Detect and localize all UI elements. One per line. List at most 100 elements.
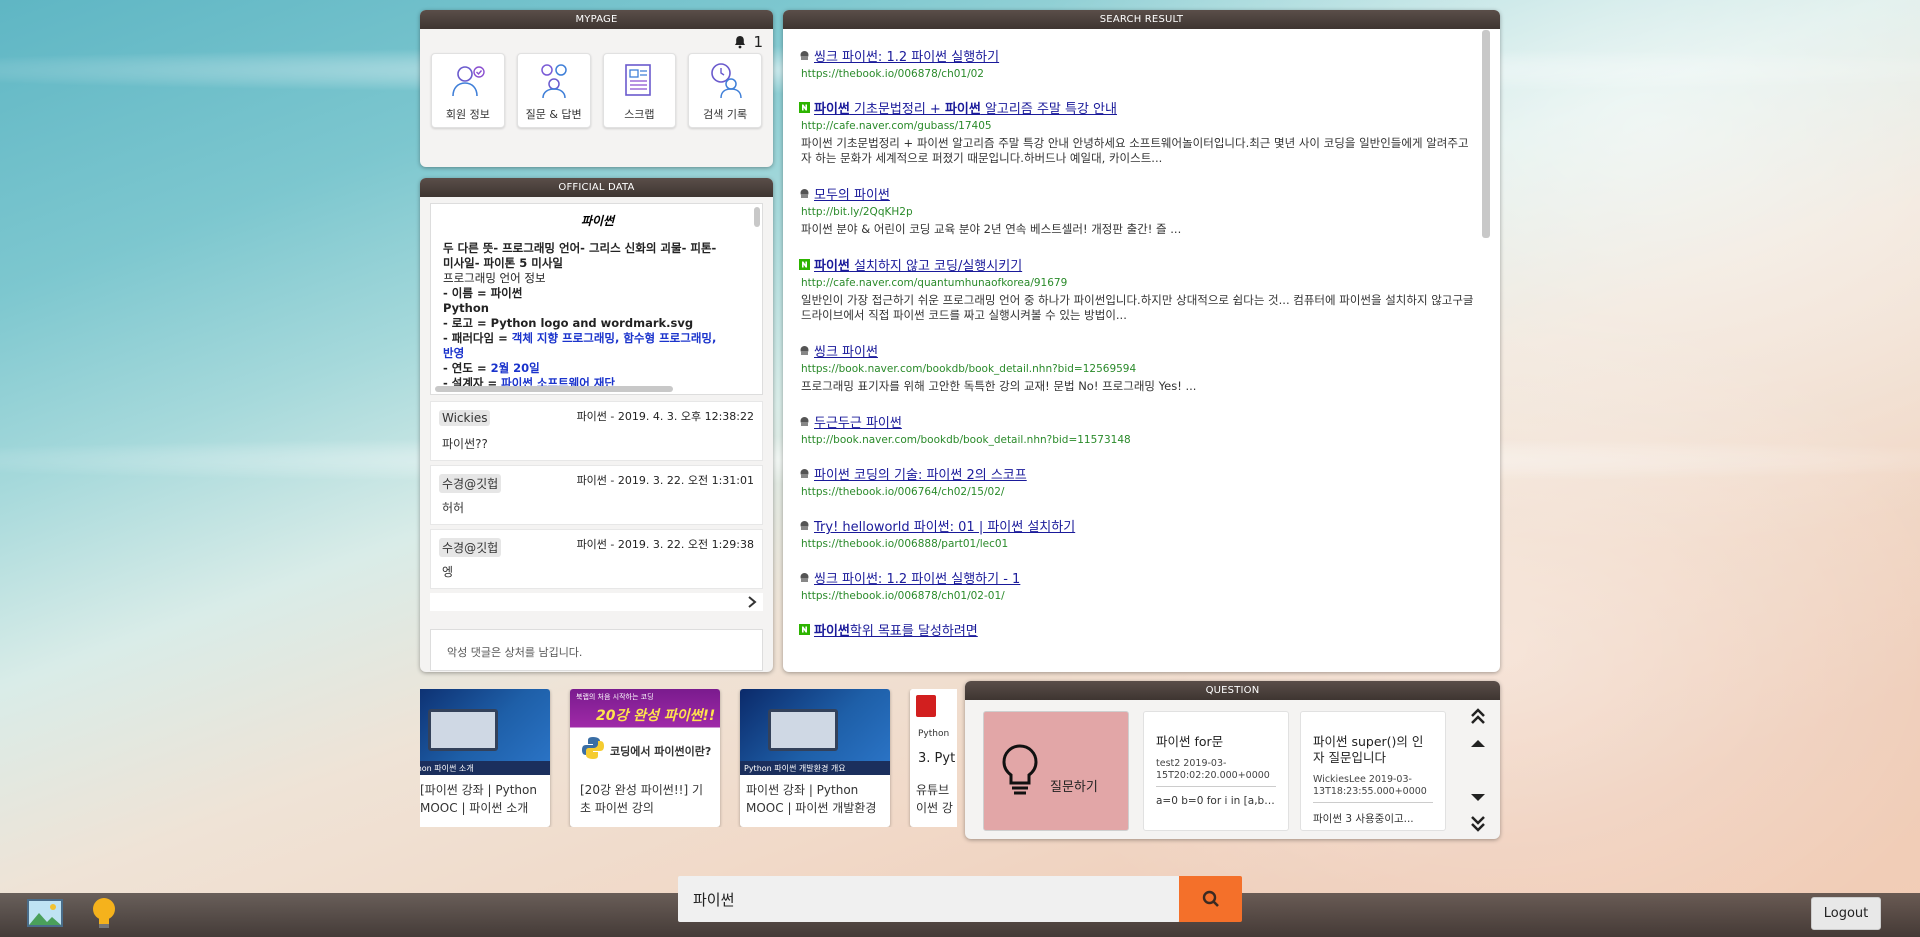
member-info-label: 회원 정보 [445, 108, 490, 121]
result-title-text[interactable]: 씽크 파이썬: 1.2 파이썬 실행하기 [814, 46, 999, 65]
result-title[interactable]: 파이썬학위 목표를 달성하려면 [799, 620, 1476, 639]
search-result-panel: SEARCH RESULT 씽크 파이썬: 1.2 파이썬 실행하기 https… [783, 10, 1500, 672]
video-thumbnail: Python 파이썬 소개 [420, 689, 550, 775]
video-card[interactable]: Python 파이썬 개발환경 개요 파이썬 강좌 | Python MOOC … [740, 689, 890, 827]
question-body: 파이썬 3 사용중이고... [1313, 813, 1414, 825]
thumbnail-top-text: 북랩의 처음 시작하는 코딩 [576, 693, 654, 701]
result-title[interactable]: 씽크 파이썬 [799, 341, 1476, 360]
scrap-button[interactable]: 스크랩 [602, 53, 677, 128]
question-panel: QUESTION 질문하기 파이썬 for문 test2 2019-03-15T… [965, 681, 1500, 839]
wiki-summary[interactable]: 파이썬 두 다른 뜻- 프로그래밍 언어- 그리스 신화의 괴물- 피톤- 미사… [430, 203, 763, 395]
question-card[interactable]: 파이썬 for문 test2 2019-03-15T20:02:20.000+0… [1143, 711, 1289, 831]
video-thumbnail: Python 3. Pyt [910, 689, 957, 775]
result-title-keyword: 파이썬 [814, 624, 850, 639]
result-title-text[interactable]: 씽크 파이썬: 1.2 파이썬 실행하기 - 1 [814, 568, 1020, 587]
result-url: https://thebook.io/006764/ch02/15/02/ [801, 486, 1005, 498]
result-url: http://cafe.naver.com/gubass/17405 [801, 120, 992, 132]
question-body: a=0 b=0 for i in [a,b]:... [1156, 795, 1276, 807]
result-url: https://thebook.io/006878/ch01/02-01/ [801, 590, 1005, 602]
notification-bell-icon[interactable] [733, 35, 747, 49]
comment-author: Wickies [439, 410, 491, 426]
thumbnail-sub-text: 3. Pyt [918, 751, 956, 766]
video-card[interactable]: Python 3. Pyt 유튜브 이썬 강 [910, 689, 957, 827]
logout-button[interactable]: Logout [1811, 897, 1881, 930]
scrap-label: 스크랩 [624, 108, 655, 121]
video-title: [파이썬 강좌 | Python MOOC | 파이썬 소개 [420, 783, 537, 815]
result-title[interactable]: 두근두근 파이썬 [799, 412, 1476, 431]
ask-question-button[interactable]: 질문하기 [983, 711, 1129, 831]
result-title[interactable]: 파이썬 설치하지 않고 코딩/실행시키기 [799, 255, 1476, 274]
wiki-link[interactable]: 2월 20일 [491, 361, 540, 375]
wiki-title: 파이썬 [580, 214, 615, 228]
result-title[interactable]: 파이썬 코딩의 기술: 파이썬 2의 스코프 [799, 464, 1476, 483]
scroll-top-icon[interactable] [1470, 707, 1486, 725]
search-input[interactable] [678, 876, 1178, 922]
result-title-keyword: 파이썬 [814, 259, 850, 274]
result-title[interactable]: 씽크 파이썬: 1.2 파이썬 실행하기 - 1 [799, 568, 1476, 587]
wiki-line: 두 다른 뜻- 프로그래밍 언어- 그리스 신화의 괴물- 피톤- [443, 241, 717, 255]
result-title[interactable]: 씽크 파이썬: 1.2 파이썬 실행하기 [799, 46, 1476, 65]
question-meta: WickiesLee 2019-03-13T18:23:55.000+0000 [1313, 774, 1433, 803]
book-source-icon [800, 51, 809, 60]
wiki-link[interactable]: 객체 지향 프로그래밍, 함수형 프로그래밍, [512, 331, 717, 345]
wiki-horizontal-scrollbar[interactable] [435, 386, 673, 392]
comment-item: 수경@깃헙 파이썬 - 2019. 3. 22. 오전 1:29:38 엥 [430, 529, 763, 589]
member-info-button[interactable]: 회원 정보 [431, 53, 505, 128]
search-history-button[interactable]: 검색 기록 [688, 53, 762, 128]
thumbnail-caption: Python [918, 729, 950, 739]
comment-text: 허허 [442, 501, 465, 515]
result-title-keyword: 파이썬 [814, 102, 850, 117]
question-card[interactable]: 파이썬 super()의 인자 질문입니다 WickiesLee 2019-03… [1300, 711, 1446, 831]
result-title-text[interactable]: 씽크 파이썬 [814, 341, 878, 360]
wiki-vertical-scrollbar[interactable] [754, 207, 760, 227]
naver-icon [799, 102, 810, 113]
video-card[interactable]: 북랩의 처음 시작하는 코딩 20강 완성 파이썬!! 코딩에서 파이썬이란? … [570, 689, 720, 827]
notification-count: 1 [753, 33, 763, 51]
result-title-text[interactable]: 파이썬 코딩의 기술: 파이썬 2의 스코프 [814, 464, 1027, 483]
scroll-up-icon[interactable] [1470, 738, 1486, 748]
qna-button[interactable]: 질문 & 답변 [516, 53, 591, 128]
thumbnail-big-text: 20강 완성 파이썬!! [596, 708, 716, 724]
python-logo-icon [582, 737, 604, 759]
result-title[interactable]: Try! helloworld 파이썬: 01 | 파이썬 설치하기 [799, 516, 1476, 535]
thumbnail-caption: Python 파이썬 개발환경 개요 [740, 761, 890, 775]
search-history-icon [711, 63, 742, 99]
result-title[interactable]: 파이썬 기초문법정리 + 파이썬 알고리즘 주말 특강 안내 [799, 98, 1476, 117]
comment-author: 수경@깃헙 [439, 474, 502, 493]
result-title[interactable]: 모두의 파이썬 [799, 184, 1476, 203]
result-url: http://cafe.naver.com/quantumhunaofkorea… [801, 277, 1068, 289]
search-result-item: 씽크 파이썬 https://book.naver.com/bookdb/boo… [799, 341, 1476, 394]
wiki-link[interactable]: 반영 [443, 346, 752, 361]
result-title-text[interactable]: 두근두근 파이썬 [814, 412, 902, 431]
search-results-scrollbar[interactable] [1482, 30, 1490, 238]
mypage-header: MYPAGE [420, 10, 773, 29]
result-description: 파이썬 기초문법정리 + 파이썬 알고리즘 주말 특강 안내 안녕하세요 소프트… [801, 136, 1469, 165]
search-result-item: 두근두근 파이썬 http://book.naver.com/bookdb/bo… [799, 412, 1476, 446]
official-data-header: OFFICIAL DATA [420, 178, 773, 197]
video-card[interactable]: Python 파이썬 소개 [파이썬 강좌 | Python MOOC | 파이… [420, 689, 550, 827]
result-title-text: 학위 목표를 달성하려면 [849, 624, 978, 639]
wiki-line: 프로그래밍 언어 정보 [443, 271, 546, 285]
question-title: 파이썬 super()의 인자 질문입니다 [1313, 734, 1424, 765]
result-title-text[interactable]: 모두의 파이썬 [814, 184, 890, 203]
background-image-icon[interactable] [27, 899, 63, 927]
chevron-right-icon[interactable] [747, 596, 757, 608]
result-title-text[interactable]: Try! helloworld 파이썬: 01 | 파이썬 설치하기 [814, 516, 1075, 535]
search-button[interactable] [1179, 876, 1242, 922]
scroll-down-icon[interactable] [1470, 793, 1486, 803]
result-url: https://book.naver.com/bookdb/book_detai… [801, 363, 1137, 375]
comment-meta: 파이썬 - 2019. 4. 3. 오후 12:38:22 [576, 410, 754, 423]
qna-label: 질문 & 답변 [525, 108, 582, 121]
search-icon [1202, 890, 1219, 907]
wiki-line: - 연도 = 2월 20일 [443, 361, 752, 376]
search-result-item: 씽크 파이썬: 1.2 파이썬 실행하기 https://thebook.io/… [799, 46, 1476, 80]
wiki-line: Python [443, 301, 489, 315]
search-results-list: 씽크 파이썬: 1.2 파이썬 실행하기 https://thebook.io/… [799, 46, 1476, 657]
search-bar [678, 876, 1180, 922]
lightbulb-icon [1002, 744, 1038, 795]
book-source-icon [800, 521, 809, 530]
scroll-bottom-icon[interactable] [1470, 815, 1486, 833]
comment-input[interactable]: 악성 댓글은 상처를 남깁니다. [430, 629, 763, 671]
lightbulb-icon[interactable] [90, 895, 118, 931]
search-result-item: Try! helloworld 파이썬: 01 | 파이썬 설치하기 https… [799, 516, 1476, 550]
